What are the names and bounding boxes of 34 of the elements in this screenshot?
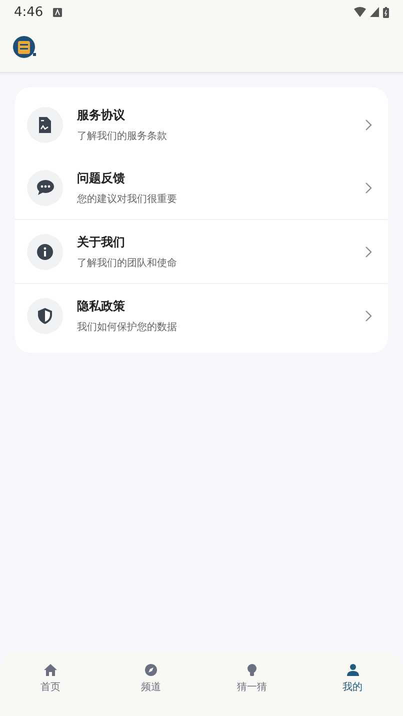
battery-icon (383, 6, 389, 18)
nav-tab[interactable]: 我的 (302, 664, 403, 694)
chevron-right-icon (365, 246, 372, 258)
nav-tab[interactable]: 频道 (100, 664, 202, 694)
person-icon (346, 664, 359, 676)
menu-subtitle: 了解我们的服务条款 (77, 130, 168, 142)
wifi-icon (354, 7, 366, 17)
signal-icon (370, 7, 379, 17)
menu-item[interactable]: 隐私政策 我们如何保护您的数据 (15, 283, 388, 347)
notification-icon (53, 8, 62, 16)
compass-icon (145, 664, 158, 676)
menu-item[interactable]: 问题反馈 您的建议对我们很重要 (15, 156, 388, 219)
document-icon (38, 116, 52, 132)
chat-icon (36, 180, 54, 195)
chevron-right-icon (365, 310, 372, 322)
menu-title: 隐私政策 (77, 298, 126, 314)
menu-title: 关于我们 (77, 234, 126, 250)
shield-icon (38, 308, 52, 324)
info-icon (37, 244, 53, 260)
app-logo (12, 35, 38, 61)
lightbulb-icon (246, 664, 257, 676)
menu-subtitle: 您的建议对我们很重要 (77, 192, 178, 206)
chevron-right-icon (365, 118, 372, 130)
chevron-right-icon (365, 182, 372, 194)
menu-title: 问题反馈 (77, 170, 126, 186)
menu-item[interactable]: 服务协议 了解我们的服务条款 (15, 93, 388, 156)
menu-title: 服务协议 (77, 106, 126, 124)
menu-subtitle: 了解我们的团队和使命 (77, 256, 178, 270)
nav-tab[interactable]: 猜一猜 (202, 664, 302, 694)
status-time: 4:46 (14, 4, 44, 20)
menu-item[interactable]: 关于我们 了解我们的团队和使命 (15, 219, 388, 283)
home-icon (44, 664, 57, 676)
nav-tab[interactable]: 首页 (0, 664, 101, 694)
menu-subtitle: 我们如何保护您的数据 (77, 320, 178, 334)
